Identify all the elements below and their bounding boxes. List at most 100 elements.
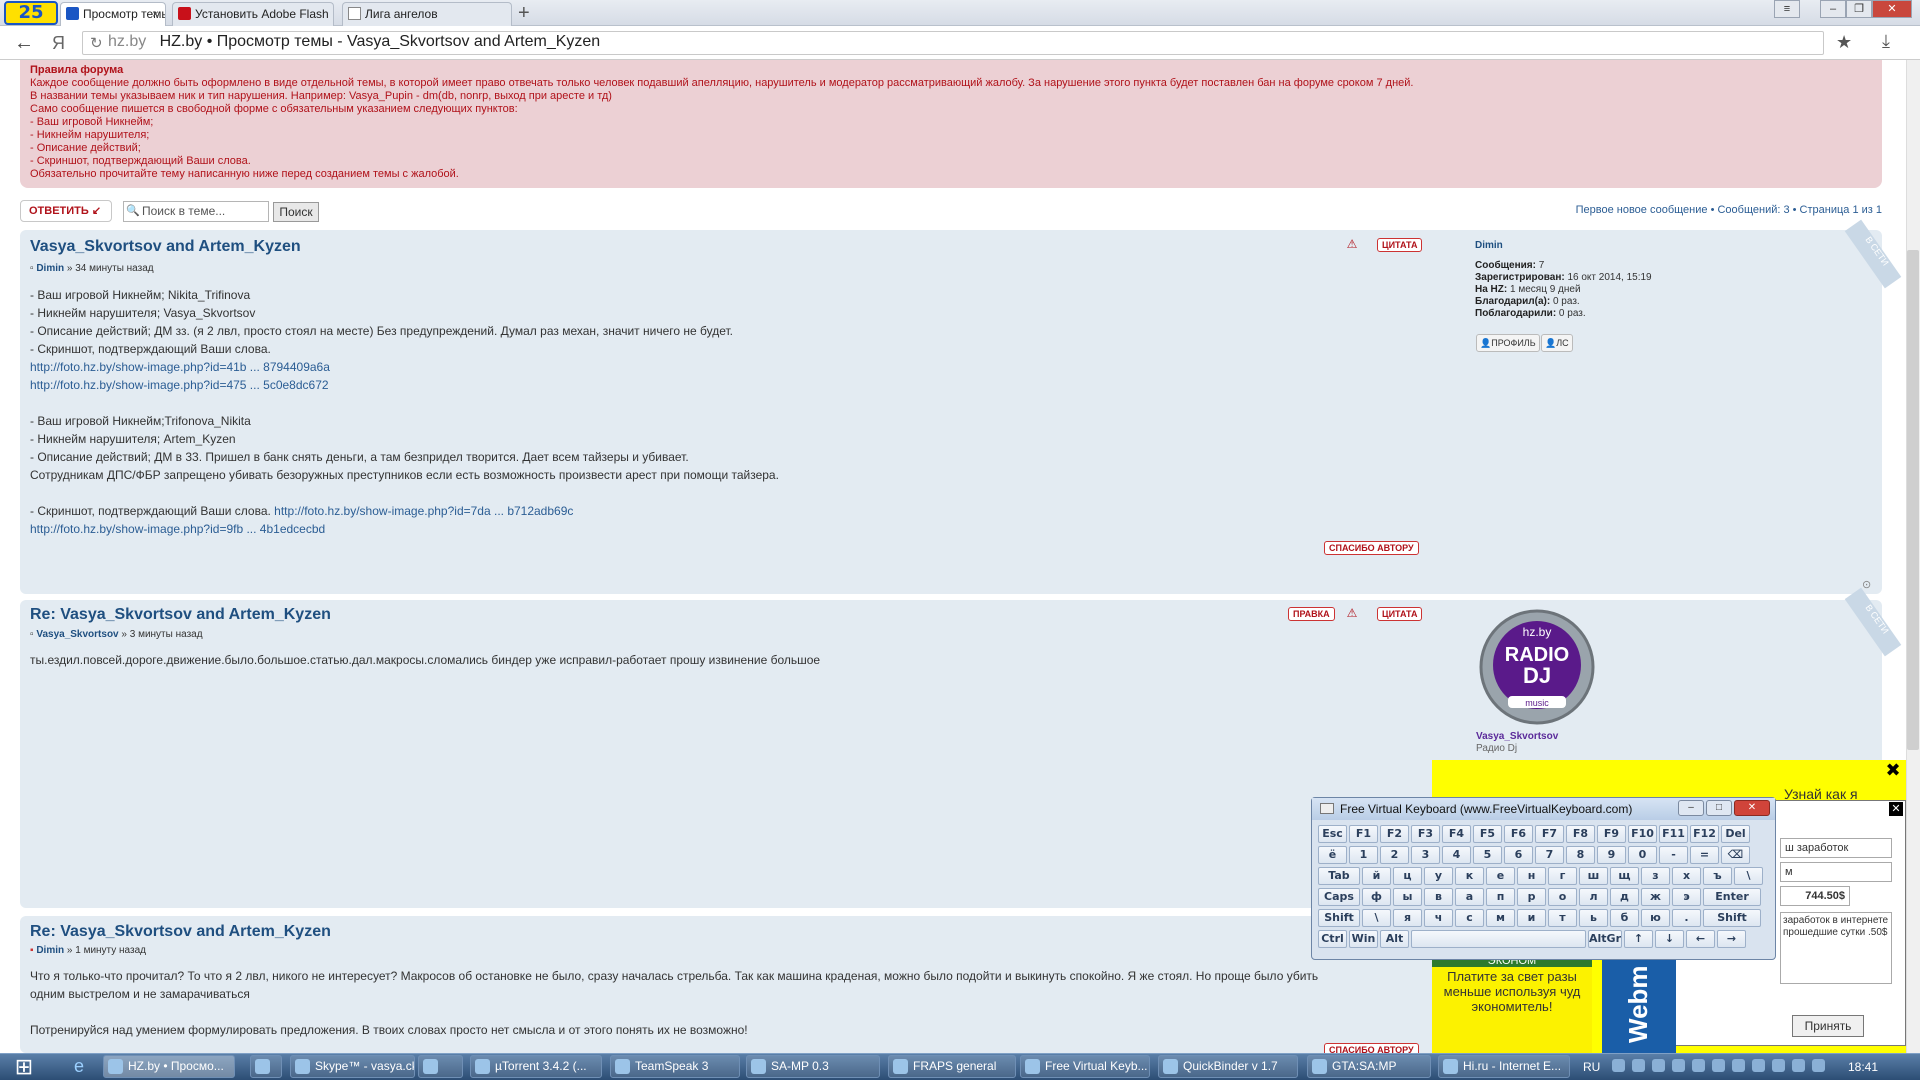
vk-key[interactable]: и — [1517, 909, 1546, 927]
close-icon[interactable]: ✕ — [1734, 800, 1770, 816]
screenshot-link[interactable]: http://foto.hz.by/show-image.php?id=7da … — [274, 504, 573, 518]
vk-key[interactable]: х — [1672, 867, 1701, 885]
tray-icon[interactable] — [1632, 1059, 1645, 1072]
vk-key[interactable]: к — [1455, 867, 1484, 885]
vk-key[interactable]: с — [1455, 909, 1484, 927]
taskbar-item[interactable]: HZ.by • Просмо... — [103, 1055, 235, 1078]
vk-key[interactable]: у — [1424, 867, 1453, 885]
pm-button[interactable]: 👤ЛС — [1541, 334, 1573, 352]
vk-key[interactable]: ы — [1393, 888, 1422, 906]
vk-key[interactable]: ж — [1641, 888, 1670, 906]
vk-key[interactable]: я — [1393, 909, 1422, 927]
taskbar-item[interactable]: SA-MP 0.3 — [746, 1055, 880, 1078]
webmoney-banner[interactable]: Webm — [1602, 955, 1676, 1053]
taskbar-item[interactable]: GTA:SA:MP — [1307, 1055, 1431, 1078]
address-text[interactable]: hz.by HZ.by • Просмотр темы - Vasya_Skvo… — [108, 33, 600, 51]
vk-key[interactable]: ц — [1393, 867, 1422, 885]
vk-key[interactable]: Del — [1721, 825, 1750, 843]
bookmark-star-icon[interactable]: ★ — [1836, 32, 1852, 53]
tray-icon[interactable] — [1692, 1059, 1705, 1072]
post-title[interactable]: Re: Vasya_Skvortsov and Artem_Kyzen — [30, 606, 331, 624]
language-indicator[interactable]: RU — [1583, 1057, 1600, 1077]
vk-key[interactable]: в — [1424, 888, 1453, 906]
vk-key[interactable]: Caps — [1318, 888, 1360, 906]
vk-key[interactable]: AltGr — [1588, 930, 1622, 948]
post-author[interactable]: Dimin — [36, 945, 64, 956]
reload-icon[interactable]: ↻ — [90, 34, 103, 52]
vk-key[interactable]: п — [1486, 888, 1515, 906]
tab-prosmotr-temy[interactable]: Просмотр темы × — [60, 2, 166, 26]
taskbar-item[interactable]: TeamSpeak 3 — [610, 1055, 740, 1078]
screenshot-link[interactable]: http://foto.hz.by/show-image.php?id=475 … — [30, 378, 329, 392]
ie-quicklaunch-icon[interactable]: e — [64, 1055, 94, 1078]
vk-key[interactable]: щ — [1610, 867, 1639, 885]
vk-key[interactable]: 3 — [1411, 846, 1440, 864]
tab-adobe-flash[interactable]: Установить Adobe Flash — [172, 2, 334, 26]
vk-key[interactable]: \ — [1362, 909, 1391, 927]
taskbar-item[interactable]: QuickBinder v 1.7 — [1158, 1055, 1298, 1078]
search-button[interactable]: Поиск — [273, 202, 319, 222]
vk-key[interactable]: . — [1672, 909, 1701, 927]
thanks-author-button[interactable]: СПАСИБО АВТОРУ — [1324, 541, 1419, 555]
vk-key[interactable]: F2 — [1380, 825, 1409, 843]
vk-key[interactable]: р — [1517, 888, 1546, 906]
vk-key[interactable]: г — [1548, 867, 1577, 885]
side-username[interactable]: Vasya_Skvortsov — [1476, 731, 1558, 743]
minimize-icon[interactable]: – — [1678, 800, 1704, 816]
post-author[interactable]: Dimin — [36, 263, 64, 274]
vk-key[interactable]: 6 — [1504, 846, 1533, 864]
taskbar-item[interactable]: µTorrent 3.4.2 (... — [470, 1055, 602, 1078]
start-button[interactable]: ⊞ — [4, 1053, 44, 1080]
vk-key[interactable]: Shift — [1703, 909, 1761, 927]
menu-icon[interactable]: ≡ — [1774, 0, 1800, 18]
reply-button[interactable]: ОТВЕТИТЬ ↙ — [20, 200, 112, 222]
vk-key[interactable]: ← — [1686, 930, 1715, 948]
report-icon[interactable]: ⚠ — [1345, 237, 1359, 251]
vk-key[interactable]: Shift — [1318, 909, 1360, 927]
vk-key[interactable]: ч — [1424, 909, 1453, 927]
download-icon[interactable]: ⤓ — [1882, 31, 1890, 52]
clock[interactable]: 18:41 — [1848, 1057, 1878, 1077]
vk-key[interactable]: F5 — [1473, 825, 1502, 843]
vk-key[interactable]: 9 — [1597, 846, 1626, 864]
vk-key[interactable]: 1 — [1349, 846, 1378, 864]
vk-key[interactable]: F3 — [1411, 825, 1440, 843]
taskbar-item[interactable]: FRAPS general — [888, 1055, 1016, 1078]
vk-key[interactable]: т — [1548, 909, 1577, 927]
ad-panel-close-icon[interactable]: ✕ — [1889, 802, 1903, 816]
tray-icon[interactable] — [1772, 1059, 1785, 1072]
taskbar-item[interactable]: Hi.ru - Internet E... — [1438, 1055, 1570, 1078]
tray-icon[interactable] — [1672, 1059, 1685, 1072]
vk-key[interactable]: F7 — [1535, 825, 1564, 843]
post-author[interactable]: Vasya_Skvortsov — [36, 629, 118, 640]
screenshot-link[interactable]: http://foto.hz.by/show-image.php?id=41b … — [30, 360, 330, 374]
vk-key[interactable]: Alt — [1380, 930, 1409, 948]
vk-key[interactable]: F10 — [1628, 825, 1657, 843]
post-title[interactable]: Re: Vasya_Skvortsov and Artem_Kyzen — [30, 923, 331, 941]
vk-key[interactable]: F6 — [1504, 825, 1533, 843]
vk-key[interactable]: б — [1610, 909, 1639, 927]
vk-key[interactable]: Enter — [1703, 888, 1761, 906]
vk-key[interactable]: ⌫ — [1721, 846, 1750, 864]
vk-key[interactable]: е — [1486, 867, 1515, 885]
vk-key[interactable]: F9 — [1597, 825, 1626, 843]
post-title[interactable]: Vasya_Skvortsov and Artem_Kyzen — [30, 238, 301, 256]
tray-icon[interactable] — [1792, 1059, 1805, 1072]
tray-icon[interactable] — [1612, 1059, 1625, 1072]
vk-key[interactable]: 8 — [1566, 846, 1595, 864]
back-arrow-icon[interactable]: ← — [14, 32, 34, 55]
tray-icon[interactable] — [1712, 1059, 1725, 1072]
tab-liga-angelov[interactable]: Лига ангелов — [342, 2, 512, 26]
vk-key[interactable]: - — [1659, 846, 1688, 864]
close-window-icon[interactable]: ✕ — [1872, 0, 1912, 18]
vk-key[interactable]: о — [1548, 888, 1577, 906]
vk-key[interactable]: 4 — [1442, 846, 1471, 864]
vk-key[interactable]: э — [1672, 888, 1701, 906]
vk-key[interactable]: ю — [1641, 909, 1670, 927]
vk-key[interactable]: д — [1610, 888, 1639, 906]
vk-key[interactable]: ь — [1579, 909, 1608, 927]
tray-icon[interactable] — [1752, 1059, 1765, 1072]
vk-key[interactable]: F8 — [1566, 825, 1595, 843]
vk-key[interactable]: \ — [1734, 867, 1763, 885]
vk-key[interactable] — [1411, 930, 1586, 948]
